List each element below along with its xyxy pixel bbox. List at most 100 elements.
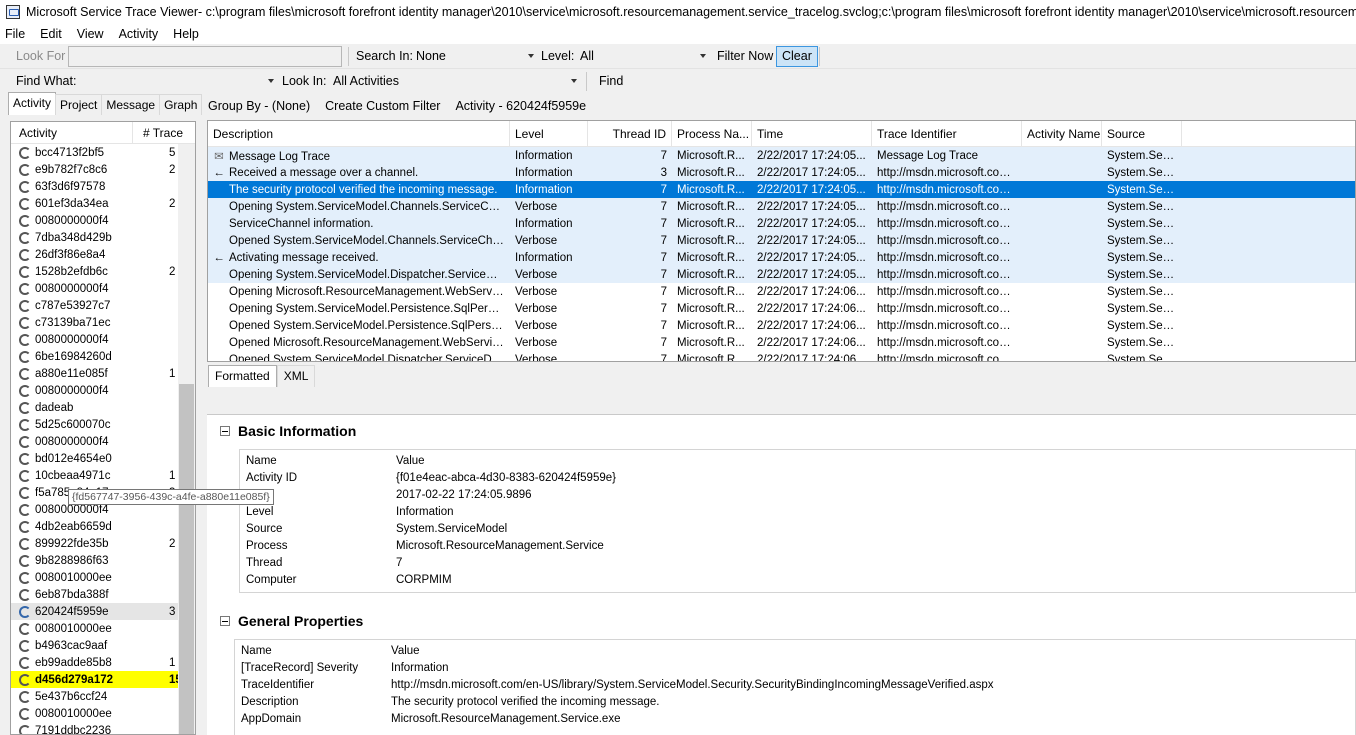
column-time[interactable]: Time (752, 121, 872, 146)
trace-thread-id: 7 (660, 319, 667, 332)
column-trace-count[interactable]: # Trace (133, 122, 193, 143)
trace-row[interactable]: ✉ Message Log Trace Information 7 Microsoft.… (208, 147, 1355, 164)
collapse-icon[interactable] (220, 616, 230, 626)
activity-icon (19, 231, 31, 244)
activity-row[interactable]: d456d279a172 15 (11, 671, 195, 688)
activity-row[interactable]: 0080010000ee (11, 569, 195, 586)
column-activity-name[interactable]: Activity Name (1022, 121, 1102, 146)
activity-row[interactable]: 0080010000ee (11, 620, 195, 637)
column-source[interactable]: Source (1102, 121, 1182, 146)
activity-row[interactable]: 26df3f86e8a4 (11, 246, 195, 263)
activity-row[interactable]: bcc4713f2bf5 5 (11, 144, 195, 161)
activity-name: 1528b2efdb6c (35, 265, 108, 278)
activity-row[interactable]: 0080000000f4 (11, 382, 195, 399)
property-name: TraceIdentifier (241, 679, 315, 691)
activity-row[interactable]: e9b782f7c8c6 2 (11, 161, 195, 178)
activity-row[interactable]: 0080000000f4 (11, 331, 195, 348)
activity-row[interactable]: 5d25c600070c (11, 416, 195, 433)
activity-icon (19, 605, 31, 618)
activity-row[interactable]: 0080010000ee (11, 705, 195, 722)
group-by-button[interactable]: Group By - (None) (208, 99, 310, 113)
activity-name: bcc4713f2bf5 (35, 146, 105, 159)
trace-description-cell: The security protocol verified the incom… (208, 184, 510, 196)
look-in-select[interactable]: All Activities (329, 71, 581, 92)
activity-row[interactable]: bd012e4654e0 (11, 450, 195, 467)
look-for-input[interactable] (68, 46, 342, 67)
tab-message[interactable]: Message (101, 94, 161, 115)
activity-row[interactable]: 7191ddbc2236 (11, 722, 195, 734)
trace-row[interactable]: ServiceChannel information. Information 7 M… (208, 215, 1355, 232)
trace-row[interactable]: Opened Microsoft.ResourceManagement.WebS… (208, 334, 1355, 351)
general-props-header[interactable]: General Properties (220, 613, 363, 629)
level-select[interactable]: All (576, 46, 710, 67)
collapse-icon[interactable] (220, 426, 230, 436)
menu-activity[interactable]: Activity (119, 27, 159, 41)
trace-identifier: http://msdn.microsoft.com/... (877, 268, 1022, 281)
trace-level: Information (515, 251, 573, 264)
activity-row[interactable]: dadeab (11, 399, 195, 416)
activity-row[interactable]: 0080000000f4 (11, 212, 195, 229)
find-what-input[interactable] (74, 71, 278, 92)
column-level[interactable]: Level (510, 121, 588, 146)
trace-time: 2/22/2017 17:24:05... (757, 200, 866, 213)
trace-row[interactable]: The security protocol verified the incom… (208, 181, 1355, 198)
trace-thread-id: 7 (660, 183, 667, 196)
trace-level: Verbose (515, 285, 558, 298)
activity-row[interactable]: eb99adde85b8 1 (11, 654, 195, 671)
trace-row[interactable]: Opening System.ServiceModel.Dispatcher.S… (208, 266, 1355, 283)
activity-row[interactable]: c787e53927c7 (11, 297, 195, 314)
column-thread-id[interactable]: Thread ID (588, 121, 672, 146)
trace-row[interactable]: Opened System.ServiceModel.Persistence.S… (208, 317, 1355, 334)
activity-row[interactable]: 620424f5959e 3 (11, 603, 195, 620)
activity-row[interactable]: 7dba348d429b (11, 229, 195, 246)
tab-project[interactable]: Project (55, 94, 103, 115)
menu-help[interactable]: Help (173, 27, 199, 41)
create-custom-filter-button[interactable]: Create Custom Filter (325, 99, 440, 113)
activity-row[interactable]: 5e437b6ccf24 (11, 688, 195, 705)
activity-name: 601ef3da34ea (35, 197, 109, 210)
trace-row[interactable]: Opened System.ServiceModel.Channels.Serv… (208, 232, 1355, 249)
trace-row[interactable]: Opening System.ServiceModel.Channels.Ser… (208, 198, 1355, 215)
menu-edit[interactable]: Edit (40, 27, 62, 41)
activity-row[interactable]: 63f3d6f97578 (11, 178, 195, 195)
clear-button[interactable]: Clear (776, 46, 818, 67)
activity-row[interactable]: 10cbeaa4971c 1 (11, 467, 195, 484)
trace-row[interactable]: Opening Microsoft.ResourceManagement.Web… (208, 283, 1355, 300)
tab-graph[interactable]: Graph (159, 94, 203, 115)
trace-row[interactable]: Opening System.ServiceModel.Persistence.… (208, 300, 1355, 317)
tab-activity[interactable]: Activity (8, 92, 57, 115)
activity-row[interactable]: 6be16984260d (11, 348, 195, 365)
tab-xml[interactable]: XML (276, 365, 316, 387)
menu-view[interactable]: View (77, 27, 104, 41)
tab-formatted[interactable]: Formatted (208, 365, 277, 387)
activity-row[interactable]: 4db2eab6659d (11, 518, 195, 535)
activity-row[interactable]: 0080000000f4 (11, 280, 195, 297)
activity-name: 0080000000f4 (35, 503, 109, 516)
activity-scrollbar[interactable] (178, 144, 195, 734)
trace-description: Opened System.ServiceModel.Persistence.S… (229, 319, 510, 332)
column-description[interactable]: Description (208, 121, 510, 146)
scroll-thumb[interactable] (179, 384, 194, 734)
activity-row[interactable]: c73139ba71ec (11, 314, 195, 331)
basic-info-header[interactable]: Basic Information (220, 423, 356, 439)
search-in-select[interactable]: None (412, 46, 538, 67)
filter-now-button[interactable]: Filter Now (717, 49, 773, 63)
column-trace-identifier[interactable]: Trace Identifier (872, 121, 1022, 146)
activity-row[interactable]: 899922fde35b 2 (11, 535, 195, 552)
trace-row[interactable]: ← Received a message over a channel. Infor… (208, 164, 1355, 181)
activity-row[interactable]: a880e11e085f 1 (11, 365, 195, 382)
column-activity[interactable]: Activity (11, 122, 133, 143)
trace-identifier: http://msdn.microsoft.com/... (877, 353, 1022, 362)
column-process-name[interactable]: Process Na... (672, 121, 752, 146)
menu-file[interactable]: File (5, 27, 25, 41)
find-button[interactable]: Find (599, 74, 623, 88)
trace-row[interactable]: ← Activating message received. Information… (208, 249, 1355, 266)
activity-row[interactable]: b4963cac9aaf (11, 637, 195, 654)
activity-row[interactable]: 6eb87bda388f (11, 586, 195, 603)
activity-row[interactable]: 9b8288986f63 (11, 552, 195, 569)
activity-row[interactable]: 601ef3da34ea 2 (11, 195, 195, 212)
activity-row[interactable]: 0080000000f4 (11, 433, 195, 450)
activity-row[interactable]: 1528b2efdb6c 2 (11, 263, 195, 280)
trace-description-cell: ServiceChannel information. (208, 218, 510, 230)
trace-row[interactable]: Opened System.ServiceModel.Dispatcher.Se… (208, 351, 1355, 362)
